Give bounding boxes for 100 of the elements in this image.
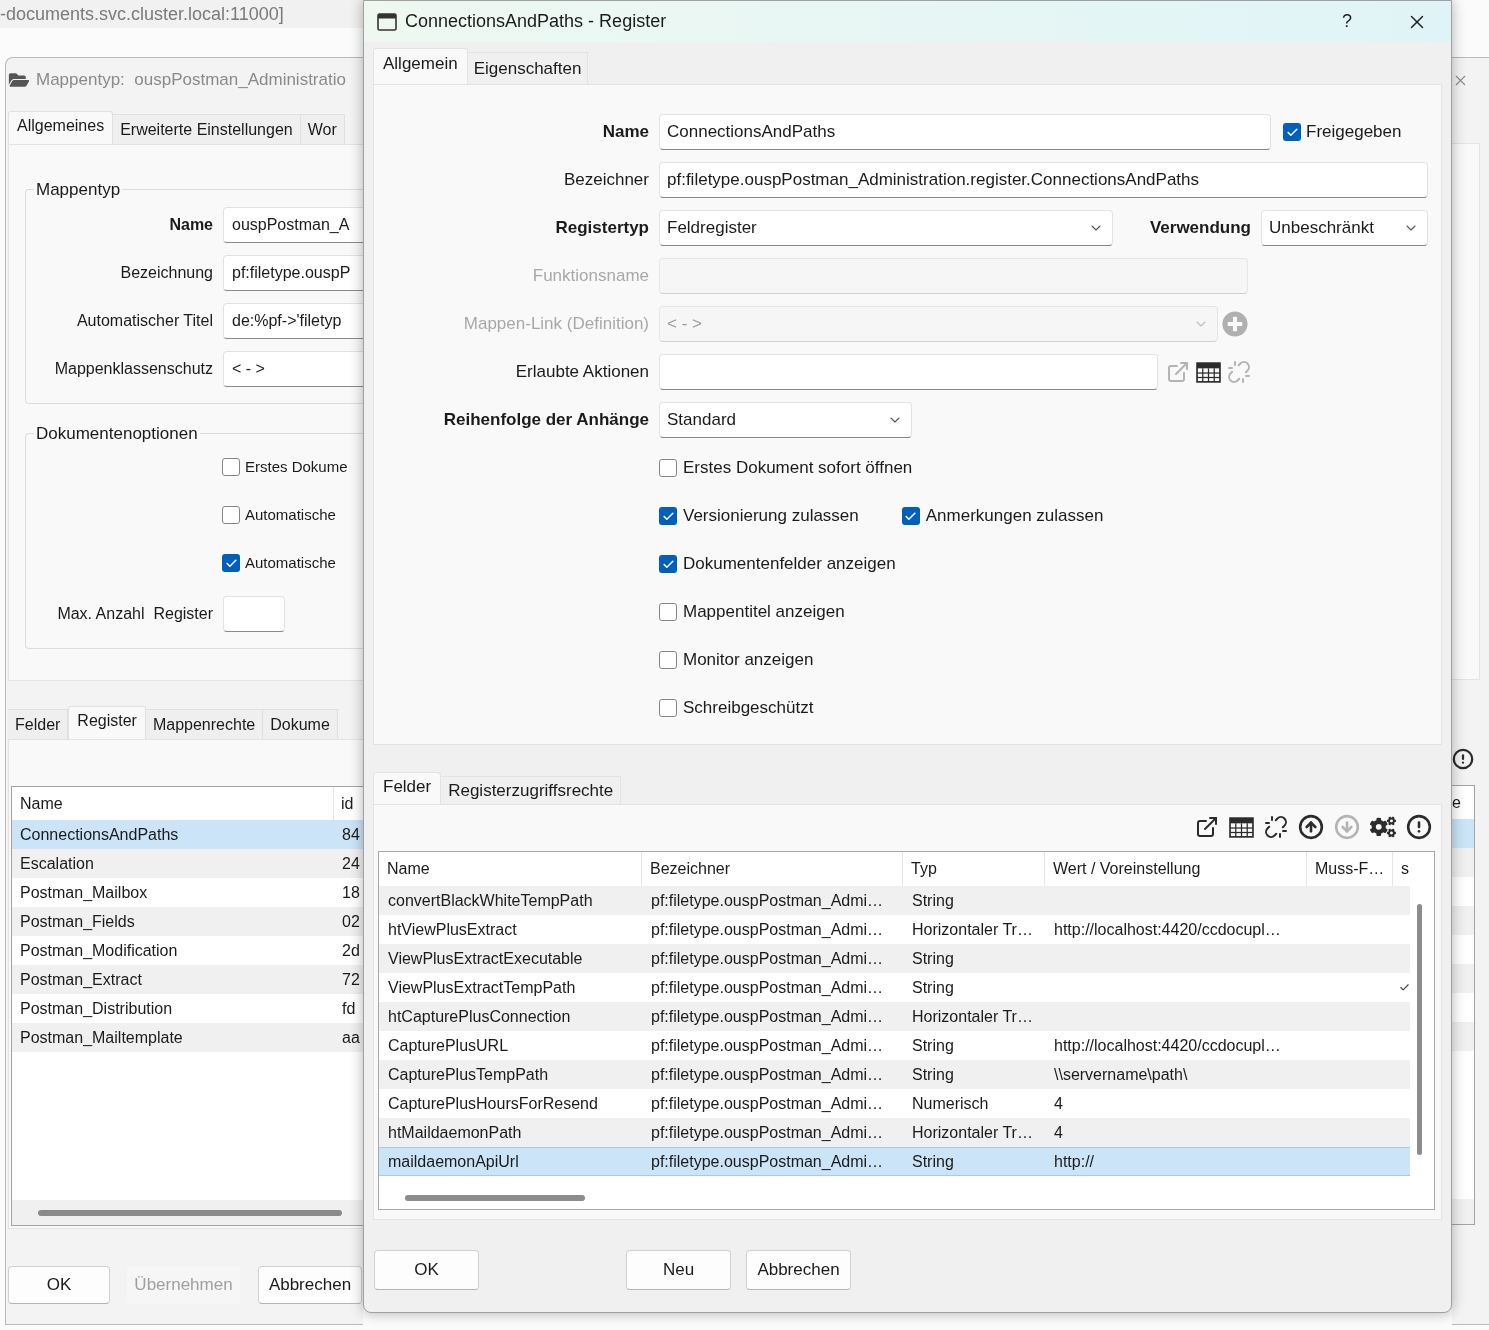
table-row[interactable]: Escalation 24: [12, 849, 363, 878]
table-cell-text: pf:filetype.ouspPostman_Admi…: [651, 1151, 884, 1172]
checkbox[interactable]: [659, 507, 677, 525]
table-cell-text: ViewPlusExtractExecutable: [388, 948, 583, 969]
table-row[interactable]: convertBlackWhiteTempPath pf:filetype.ouspPostman_Admi… String: [379, 886, 1410, 915]
checkbox[interactable]: [659, 459, 677, 477]
table-cell-text: aa: [342, 1027, 360, 1048]
tab[interactable]: Allgemeines: [8, 111, 114, 144]
input-field[interactable]: [659, 354, 1158, 390]
column-header[interactable]: Bezeichner: [650, 857, 731, 881]
ok-button[interactable]: OK: [374, 1250, 479, 1290]
table-cell-text: Postman_Fields: [20, 911, 135, 932]
table-cell-text: CapturePlusURL: [388, 1035, 509, 1056]
input-field[interactable]: [223, 596, 285, 632]
checkbox[interactable]: [901, 507, 920, 525]
column-header[interactable]: e: [1452, 790, 1461, 815]
input-field[interactable]: pf:filetype.ouspP: [223, 254, 363, 291]
cancel-button[interactable]: Abbrechen: [746, 1250, 851, 1290]
checkbox[interactable]: [222, 506, 240, 524]
table-cell-text: pf:filetype.ouspPostman_Admi…: [651, 948, 884, 969]
input-field[interactable]: pf:filetype.ouspPostman_Administration.register.ConnectionsAndPaths: [659, 162, 1428, 198]
table-cell-text: Postman_Extract: [20, 969, 142, 990]
table-row[interactable]: Postman_Fields 02: [12, 907, 363, 936]
help-button[interactable]: ?: [1342, 8, 1352, 35]
checkbox-label: Schreibgeschützt: [683, 697, 814, 720]
window-title: Mappentyp: ouspPostman_Administratio: [36, 69, 346, 92]
tab[interactable]: Felder: [373, 772, 442, 804]
gears-icon[interactable]: [1370, 815, 1396, 839]
table-row[interactable]: ConnectionsAndPaths 84: [12, 820, 363, 849]
checkbox[interactable]: [659, 603, 677, 621]
tab[interactable]: Registerzugriffsrechte: [441, 776, 622, 804]
column-header[interactable]: id: [341, 791, 354, 816]
field-label: Reihenfolge der Anhänge: [443, 409, 649, 432]
table-cell-text: pf:filetype.ouspPostman_Admi…: [651, 1006, 884, 1027]
broken-link-icon[interactable]: [1264, 815, 1288, 839]
new-button[interactable]: Neu: [626, 1250, 731, 1290]
tab[interactable]: Erweiterte Einstellungen: [113, 114, 301, 144]
arrow-up-circle-icon[interactable]: [1298, 814, 1324, 840]
tab[interactable]: Eigenschaften: [467, 52, 589, 84]
checkbox[interactable]: [222, 458, 240, 476]
group-title: Dokumentenoptionen: [35, 422, 199, 445]
table-cell-text: String: [912, 890, 954, 911]
checkbox[interactable]: [659, 555, 677, 573]
tab[interactable]: Register: [68, 706, 146, 739]
horizontal-scrollbar[interactable]: [12, 1200, 363, 1225]
table-cell-text: pf:filetype.ouspPostman_Admi…: [651, 1093, 884, 1114]
scrollbar-thumb[interactable]: [38, 1209, 342, 1216]
scrollbar-thumb[interactable]: [1417, 904, 1422, 1155]
checkbox-label: Monitor anzeigen: [683, 649, 814, 672]
ok-button[interactable]: OK: [8, 1266, 110, 1304]
column-header[interactable]: Wert / Voreinstellung: [1053, 857, 1201, 881]
column-header[interactable]: s: [1401, 857, 1409, 881]
table-row[interactable]: htMaildaemonPath pf:filetype.ouspPostman_Admi… Horizontaler Tr… 4: [379, 1118, 1410, 1147]
table-row[interactable]: ViewPlusExtractExecutable pf:filetype.ouspPostman_Admi… String: [379, 944, 1410, 973]
exclamation-circle-icon[interactable]: [1452, 748, 1474, 770]
tab[interactable]: Felder: [8, 709, 69, 739]
external-link-icon[interactable]: [1195, 815, 1219, 839]
column-header[interactable]: Typ: [911, 857, 937, 881]
dropdown[interactable]: Standard: [659, 402, 912, 438]
tab[interactable]: Dokume: [263, 709, 338, 739]
table-grid-icon[interactable]: [1229, 816, 1254, 838]
window-icon: [377, 12, 397, 31]
input-field[interactable]: < - >: [223, 350, 363, 387]
table-grid-icon[interactable]: [1196, 361, 1221, 383]
input-field[interactable]: de:%pf->'filetyp: [223, 302, 363, 339]
checkbox-label: Freigegeben: [1306, 121, 1402, 144]
field-label: Registertyp: [555, 217, 649, 240]
table-cell-text: Postman_Distribution: [20, 998, 173, 1019]
checkbox[interactable]: [659, 699, 677, 717]
tab[interactable]: Mappenrechte: [145, 709, 264, 739]
horizontal-scrollbar[interactable]: [1452, 1199, 1474, 1224]
input-field[interactable]: ouspPostman_A: [223, 206, 363, 243]
table-row[interactable]: CapturePlusTempPath pf:filetype.ouspPostman_Admi… String \\servername\path\: [379, 1060, 1410, 1089]
field-label: Bezeichner: [563, 169, 649, 192]
table-row[interactable]: Postman_Extract 72: [12, 965, 363, 994]
table-cell-text: 72: [342, 969, 360, 990]
column-header[interactable]: Name: [20, 791, 63, 816]
column-header[interactable]: Name: [387, 857, 430, 881]
cancel-button[interactable]: Abbrechen: [258, 1266, 362, 1304]
tab[interactable]: Allgemein: [373, 48, 468, 84]
tab[interactable]: Wor: [300, 114, 345, 144]
field-label: Mappenklassenschutz: [54, 358, 213, 379]
exclamation-circle-icon[interactable]: [1406, 814, 1432, 840]
checkmark-icon: [661, 557, 675, 571]
table-row[interactable]: htCapturePlusConnection pf:filetype.ouspPostman_Admi… Horizontaler Tr…: [379, 1002, 1410, 1031]
checkbox[interactable]: [1283, 123, 1301, 141]
dropdown[interactable]: Unbeschränkt: [1261, 210, 1428, 246]
table-cell-text: Horizontaler Tr…: [912, 1122, 1033, 1143]
checkbox[interactable]: [659, 651, 677, 669]
field-label: Bezeichnung: [120, 262, 213, 283]
checkbox[interactable]: [222, 554, 240, 572]
table-row[interactable]: maildaemonApiUrl pf:filetype.ouspPostman_Admi… String http://: [379, 1147, 1410, 1176]
table-row[interactable]: Postman_Mailtemplate aa: [12, 1023, 363, 1052]
dropdown[interactable]: Feldregister: [659, 210, 1113, 246]
table-cell-text: pf:filetype.ouspPostman_Admi…: [651, 977, 884, 998]
column-header[interactable]: Muss-F…: [1315, 857, 1385, 881]
scrollbar-thumb[interactable]: [405, 1194, 585, 1201]
input-field[interactable]: ConnectionsAndPaths: [659, 114, 1271, 150]
table-cell-text: Postman_Modification: [20, 940, 178, 961]
table-cell-text: String: [912, 977, 954, 998]
